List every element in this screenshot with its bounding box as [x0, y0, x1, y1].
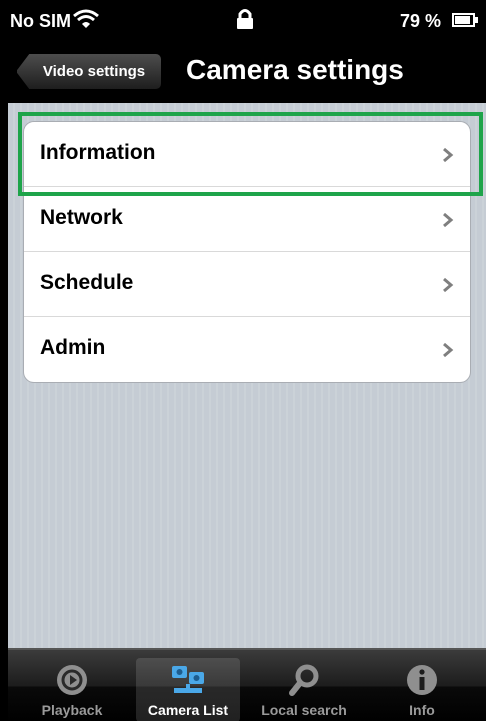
camera-list-icon [172, 666, 204, 693]
back-button[interactable]: Video settings [16, 53, 162, 90]
tab-info[interactable]: Info [370, 658, 474, 721]
info-icon [407, 665, 437, 695]
tab-playback[interactable]: Playback [20, 658, 124, 721]
tab-local-search[interactable]: Local search [252, 658, 356, 721]
settings-list: Information Network Schedule Admin [23, 121, 471, 383]
carrier-label: No SIM [10, 11, 71, 31]
chevron-right-icon [443, 277, 454, 293]
lock-icon [237, 9, 253, 29]
list-item-label: Information [40, 141, 156, 164]
chevron-right-icon [443, 147, 454, 163]
tab-label: Local search [261, 702, 347, 718]
list-item-label: Admin [40, 336, 106, 359]
list-item-label: Network [40, 206, 123, 229]
playback-icon [57, 665, 87, 695]
back-button-label: Video settings [42, 63, 146, 80]
screen: No SIM 79 % Video settings Camera settin… [8, 0, 486, 721]
list-item-schedule[interactable]: Schedule [24, 252, 470, 317]
tab-label: Camera List [147, 702, 229, 718]
chevron-right-icon [443, 342, 454, 358]
list-item-admin[interactable]: Admin [24, 317, 470, 382]
battery-percentage: 79 % [400, 11, 442, 31]
list-item-label: Schedule [40, 271, 134, 294]
chevron-right-icon [443, 212, 454, 228]
list-item-information[interactable]: Information [24, 122, 470, 187]
navigation-bar: Video settings Camera settings [8, 40, 486, 103]
wifi-icon [73, 9, 99, 28]
tab-bar: Playback Camera List Local search Info [8, 648, 486, 721]
search-icon [289, 664, 319, 696]
tab-camera-list[interactable]: Camera List [136, 658, 240, 721]
list-item-network[interactable]: Network [24, 187, 470, 252]
status-bar: No SIM 79 % [8, 0, 486, 40]
tab-label: Playback [41, 702, 103, 718]
battery-icon [452, 13, 478, 27]
tab-label: Info [409, 702, 435, 718]
page-title: Camera settings [186, 54, 404, 85]
